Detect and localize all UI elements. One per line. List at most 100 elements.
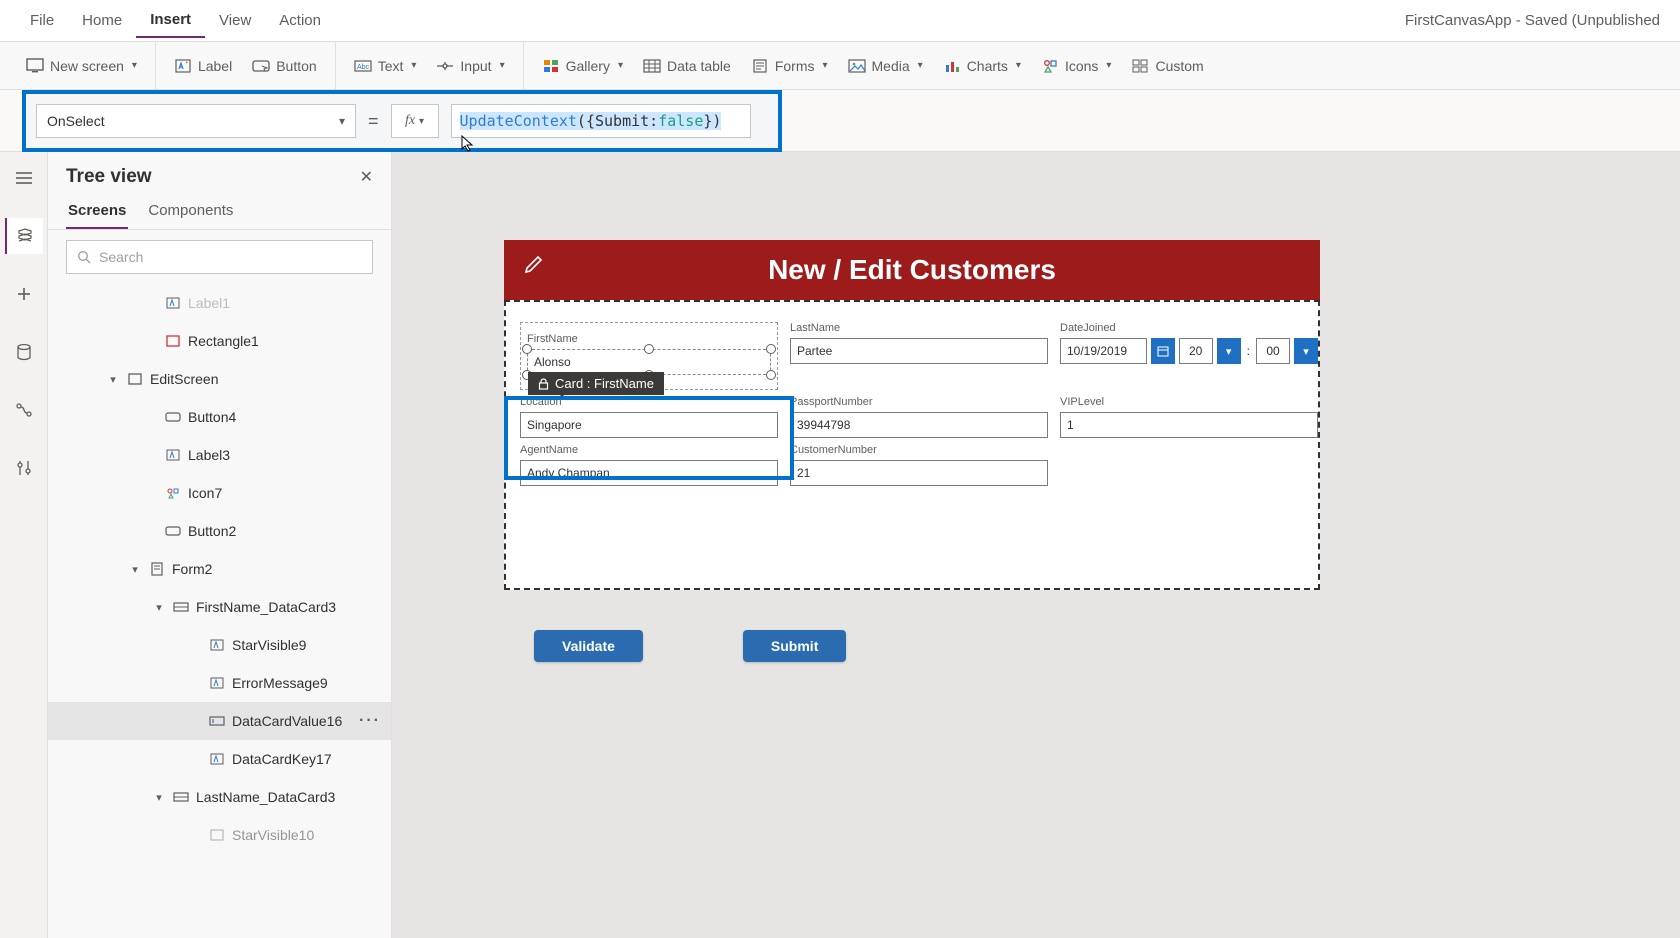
media-icon — [848, 57, 866, 75]
formula-input[interactable]: UpdateContext({Submit:false}) — [451, 104, 751, 138]
tree-view-panel: Tree view ✕ Screens Components Search ▾ … — [48, 152, 392, 938]
menu-file[interactable]: File — [16, 4, 68, 37]
tree-node-errormessage9[interactable]: ▾ ErrorMessage9 — [48, 664, 391, 702]
minute-input[interactable]: 00 — [1256, 338, 1290, 364]
new-screen-button[interactable]: New screen▾ — [16, 51, 147, 81]
location-card[interactable]: Location Singapore — [520, 396, 778, 438]
search-input[interactable]: Search — [66, 240, 373, 274]
tree-node-editscreen[interactable]: ▾ EditScreen — [48, 360, 391, 398]
passport-label: PassportNumber — [790, 396, 1048, 408]
button-button[interactable]: Button — [242, 51, 326, 81]
passport-card[interactable]: PassportNumber 39944798 — [790, 396, 1048, 438]
screen-icon — [26, 57, 44, 75]
add-rail-icon[interactable] — [5, 276, 43, 312]
agentname-label: AgentName — [520, 444, 778, 456]
connections-rail-icon[interactable] — [5, 392, 43, 428]
label-icon — [164, 446, 182, 464]
minute-dropdown[interactable]: ▾ — [1294, 338, 1318, 364]
gallery-icon — [542, 57, 560, 75]
text-button[interactable]: Abc Text▾ — [344, 51, 427, 81]
agentname-input[interactable]: Andy Champan — [520, 460, 778, 486]
tree-node-datacardvalue16[interactable]: ▾ DataCardValue16 ··· — [48, 702, 391, 740]
tab-screens[interactable]: Screens — [66, 194, 128, 229]
datejoined-label: DateJoined — [1060, 322, 1318, 334]
label-icon — [208, 674, 226, 692]
icons-icon — [164, 484, 182, 502]
formula-bar: OnSelect ▾ = fx▾ UpdateContext({Submit:f… — [0, 90, 1680, 152]
fx-button[interactable]: fx▾ — [391, 104, 439, 138]
tree-node-label3[interactable]: ▾ Label3 — [48, 436, 391, 474]
viplevel-card[interactable]: VIPLevel 1 — [1060, 396, 1318, 438]
label-icon — [208, 750, 226, 768]
tree-node-datacardkey17[interactable]: ▾ DataCardKey17 — [48, 740, 391, 778]
menu-view[interactable]: View — [205, 4, 265, 37]
property-selector[interactable]: OnSelect ▾ — [36, 104, 356, 138]
tree-node-firstname-datacard[interactable]: ▾ FirstName_DataCard3 — [48, 588, 391, 626]
submit-button[interactable]: Submit — [743, 630, 846, 662]
tree-node-lastname-datacard[interactable]: ▾ LastName_DataCard3 — [48, 778, 391, 816]
datacard-icon — [172, 598, 190, 616]
tree-node-button4[interactable]: ▾ Button4 — [48, 398, 391, 436]
lock-icon — [538, 378, 549, 390]
top-menu-bar: File Home Insert View Action FirstCanvas… — [0, 0, 1680, 42]
settings-rail-icon[interactable] — [5, 450, 43, 486]
tree-node-form2[interactable]: ▾ Form2 — [48, 550, 391, 588]
location-input[interactable]: Singapore — [520, 412, 778, 438]
agentname-card[interactable]: AgentName Andy Champan — [520, 444, 778, 486]
validate-button[interactable]: Validate — [534, 630, 643, 662]
data-table-icon — [643, 57, 661, 75]
textinput-icon — [208, 712, 226, 730]
tree-view-rail-icon[interactable] — [5, 218, 43, 254]
data-rail-icon[interactable] — [5, 334, 43, 370]
text-icon: Abc — [354, 57, 372, 75]
lastname-card[interactable]: LastName Partee — [790, 322, 1048, 390]
tree-node-icon7[interactable]: ▾ Icon7 — [48, 474, 391, 512]
menu-action[interactable]: Action — [265, 4, 335, 37]
passport-input[interactable]: 39944798 — [790, 412, 1048, 438]
insert-ribbon: New screen▾ Label Button Abc Text▾ — [0, 42, 1680, 90]
customernumber-input[interactable]: 21 — [790, 460, 1048, 486]
calendar-icon[interactable] — [1151, 338, 1175, 364]
data-table-button[interactable]: Data table — [633, 51, 741, 81]
icons-button[interactable]: Icons▾ — [1031, 51, 1122, 81]
icons-icon — [1041, 57, 1059, 75]
tab-components[interactable]: Components — [146, 194, 235, 229]
more-icon[interactable]: ··· — [359, 712, 381, 730]
gallery-button[interactable]: Gallery▾ — [532, 51, 633, 81]
label-icon — [164, 294, 182, 312]
customernumber-card[interactable]: CustomerNumber 21 — [790, 444, 1048, 486]
tree-node-rectangle1[interactable]: ▾ Rectangle1 — [48, 322, 391, 360]
charts-button[interactable]: Charts▾ — [933, 51, 1031, 81]
hour-input[interactable]: 20 — [1179, 338, 1213, 364]
menu-insert[interactable]: Insert — [136, 3, 205, 38]
app-title: FirstCanvasApp - Saved (Unpublished — [1405, 12, 1664, 29]
input-icon — [436, 57, 454, 75]
close-tree-button[interactable]: ✕ — [360, 167, 373, 187]
custom-icon — [1131, 57, 1149, 75]
card-badge: Card : FirstName — [528, 372, 664, 395]
viplevel-input[interactable]: 1 — [1060, 412, 1318, 438]
custom-button[interactable]: Custom — [1121, 51, 1213, 81]
equals-sign: = — [368, 111, 379, 132]
hamburger-icon[interactable] — [5, 160, 43, 196]
button-icon — [164, 408, 182, 426]
forms-button[interactable]: Forms▾ — [741, 51, 838, 81]
tree-node-starvisible10[interactable]: ▾ StarVisible10 — [48, 816, 391, 854]
datejoined-input[interactable]: 10/19/2019 — [1060, 338, 1147, 364]
label-button[interactable]: Label — [164, 51, 242, 81]
canvas[interactable]: New / Edit Customers Card : FirstName Fi… — [392, 152, 1680, 938]
lastname-label: LastName — [790, 322, 1048, 334]
tree-node-button2[interactable]: ▾ Button2 — [48, 512, 391, 550]
tree-node-starvisible9[interactable]: ▾ StarVisible9 — [48, 626, 391, 664]
lastname-input[interactable]: Partee — [790, 338, 1048, 364]
app-editscreen: New / Edit Customers Card : FirstName Fi… — [504, 240, 1320, 662]
hour-dropdown[interactable]: ▾ — [1217, 338, 1241, 364]
media-button[interactable]: Media▾ — [838, 51, 933, 81]
menu-home[interactable]: Home — [68, 4, 136, 37]
svg-text:Abc: Abc — [357, 64, 370, 71]
datejoined-card[interactable]: DateJoined 10/19/2019 20 ▾ : 00 ▾ — [1060, 322, 1318, 390]
input-button[interactable]: Input▾ — [426, 51, 514, 81]
label-icon — [208, 636, 226, 654]
label-icon — [208, 826, 226, 844]
tree-node-label1[interactable]: ▾ Label1 — [48, 284, 391, 322]
